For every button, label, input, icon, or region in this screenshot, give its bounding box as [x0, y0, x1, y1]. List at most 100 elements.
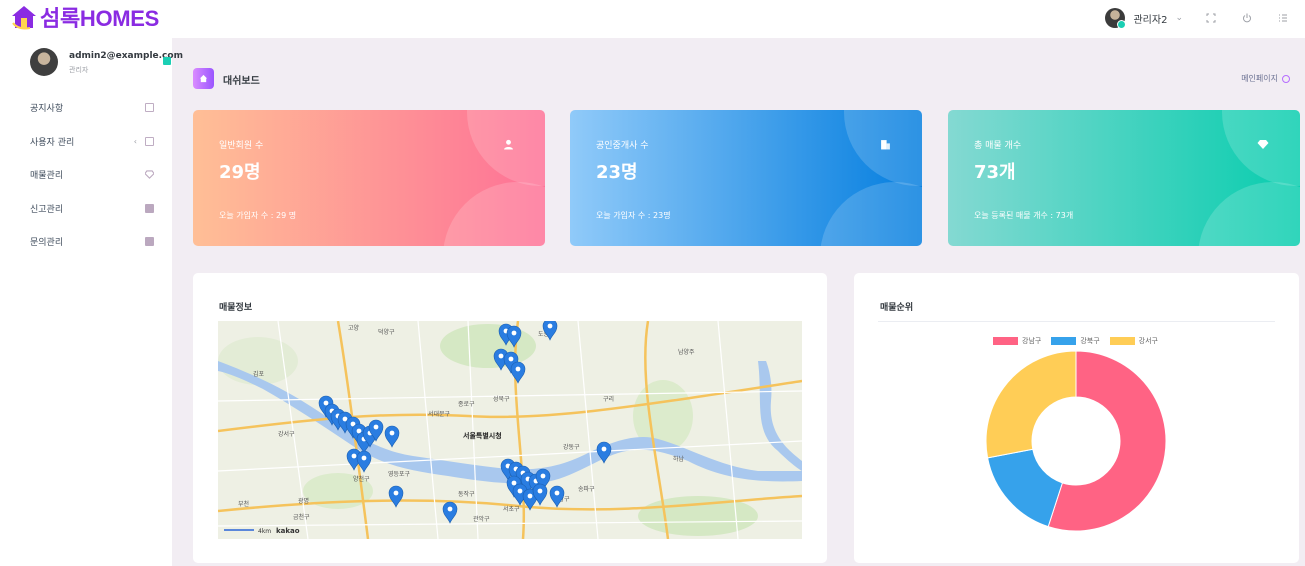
map-place-label: 동작구 — [458, 491, 475, 498]
stat-label: 일반회원 수 — [219, 141, 264, 151]
listing-map[interactable]: 고양덕양구김포종로구성북구도봉구남양주서대문구구리강서구서울특별시청강동구하남양… — [218, 321, 802, 539]
legend-item[interactable]: 강서구 — [1109, 336, 1158, 346]
decor-circle — [820, 182, 922, 246]
legend-item[interactable]: 강북구 — [1051, 336, 1100, 346]
verified-icon — [163, 57, 171, 65]
map-place-label: 서울특별시청 — [463, 431, 502, 440]
rank-card: 매물순위 강남구 강북구 강서구 — [854, 273, 1299, 563]
stat-foot: 오늘 등록된 매물 개수 : 73개 — [974, 211, 1074, 220]
map-marker-dot — [361, 455, 367, 461]
map-place-label: 송파구 — [578, 485, 595, 493]
legend-label: 강서구 — [1138, 337, 1158, 345]
map-place-label: 강동구 — [563, 443, 580, 451]
sidebar-item-notice[interactable]: 공지사항 — [30, 97, 154, 117]
avatar — [1105, 8, 1127, 29]
map-marker-dot — [351, 453, 357, 459]
profile-dropdown[interactable]: 관리자2 ⌄ — [1105, 8, 1183, 29]
stat-label: 공인중개사 수 — [596, 141, 649, 151]
sidebar-item-label: 매물관리 — [30, 170, 64, 181]
legend-swatch — [1051, 337, 1077, 345]
stat-value: 73개 — [974, 162, 1016, 183]
sidebar: admin2@example.com 관리자 공지사항 사용자 관리 ‹ 매물관… — [0, 38, 183, 566]
breadcrumb[interactable]: 메인페이지 — [1241, 73, 1290, 84]
stat-foot: 오늘 가입자 수 : 23명 — [596, 211, 671, 220]
sidebar-item-reports[interactable]: 신고관리 — [30, 198, 154, 218]
map-place-label: 덕양구 — [378, 328, 395, 336]
brand-logo[interactable]: 섬록HOMES — [10, 2, 159, 32]
chevron-left-icon: ‹ — [133, 136, 137, 146]
top-bar: 섬록HOMES 관리자2 ⌄ — [0, 0, 1305, 38]
legend-swatch — [993, 337, 1018, 345]
map-marker-dot — [515, 366, 521, 372]
avatar — [30, 48, 58, 76]
decor-circle — [443, 182, 545, 246]
building-icon — [878, 137, 892, 151]
person-icon — [501, 137, 515, 151]
sidebar-item-inquiries[interactable]: 문의관리 — [30, 231, 154, 251]
notice-icon — [145, 102, 154, 112]
stat-value: 23명 — [596, 162, 638, 183]
map-attribution: kakao — [276, 527, 300, 535]
map-marker-dot — [393, 490, 399, 496]
stat-card-listings: 총 매물 개수 73개 오늘 등록된 매물 개수 : 73개 — [948, 110, 1300, 246]
map-marker-dot — [373, 424, 379, 430]
stat-card-agents: 공인중개사 수 23명 오늘 가입자 수 : 23명 — [570, 110, 922, 246]
map-marker-dot — [601, 446, 607, 452]
map-place-label: 양천구 — [353, 475, 370, 483]
legend-label: 강남구 — [1022, 337, 1042, 345]
map-marker-dot — [537, 488, 543, 494]
card-title: 매물순위 — [880, 303, 914, 313]
donut-slice-3[interactable] — [985, 350, 1077, 459]
page-header: 대쉬보드 메인페이지 — [193, 68, 1290, 90]
map-marker-dot — [517, 488, 523, 494]
map-place-label: 구리 — [603, 395, 614, 403]
map-marker-dot — [389, 430, 395, 436]
map-place-label: 광명 — [298, 497, 309, 505]
stat-foot: 오늘 가입자 수 : 29 명 — [219, 211, 297, 220]
stat-card-members: 일반회원 수 29명 오늘 가입자 수 : 29 명 — [193, 110, 545, 246]
map-place-label: 김포 — [253, 371, 265, 378]
map-place-label: 하남 — [673, 455, 685, 463]
map-place-label: 고양 — [348, 324, 360, 332]
sidebar-item-users[interactable]: 사용자 관리 ‹ — [30, 131, 154, 151]
legend-item[interactable]: 강남구 — [993, 336, 1041, 346]
fullscreen-icon[interactable] — [1203, 10, 1219, 26]
map-place-label: 성북구 — [493, 395, 510, 403]
donut-slice-2[interactable] — [987, 448, 1064, 528]
map-marker-dot — [511, 480, 517, 486]
map-card: 매물정보 고양 덕양구 김포 종로구 성북구 남양주 서대문구 구리 강서구 서… — [193, 273, 827, 563]
map-marker-dot — [447, 506, 453, 512]
sidebar-profile[interactable]: admin2@example.com 관리자 — [30, 48, 183, 78]
info-icon — [1282, 74, 1290, 83]
breadcrumb-label: 메인페이지 — [1241, 74, 1278, 83]
map-place-label: 서대문구 — [428, 410, 451, 418]
chart-legend: 강남구 강북구 강서구 — [993, 336, 1158, 346]
legend-label: 강북구 — [1080, 337, 1100, 345]
sidebar-item-label: 사용자 관리 — [30, 137, 75, 148]
map-marker-dot — [527, 493, 533, 499]
diamond-icon — [1256, 137, 1270, 151]
diamond-icon — [145, 169, 154, 179]
power-icon[interactable] — [1239, 10, 1255, 26]
map-place-label: 서초구 — [503, 505, 520, 513]
map-marker-dot — [547, 323, 553, 329]
sidebar-item-label: 문의관리 — [30, 237, 64, 248]
donut-chart[interactable] — [985, 350, 1167, 532]
map-place-label: 강서구 — [278, 430, 295, 438]
report-icon — [145, 203, 154, 213]
stat-label: 총 매물 개수 — [974, 141, 1022, 151]
map-marker-dot — [323, 400, 329, 406]
map-marker-dot — [554, 490, 560, 496]
user-manage-icon — [145, 136, 154, 146]
menu-list-icon[interactable] — [1275, 10, 1291, 26]
top-nav: 관리자2 ⌄ — [1105, 6, 1291, 30]
inquiry-icon — [145, 236, 154, 246]
stat-value: 29명 — [219, 162, 261, 183]
profile-role: 관리자 — [69, 66, 89, 74]
map-marker-dot — [508, 356, 514, 362]
sidebar-item-label: 신고관리 — [30, 204, 64, 215]
sidebar-item-label: 공지사항 — [30, 103, 64, 114]
chevron-down-icon: ⌄ — [1175, 13, 1183, 23]
card-title: 매물정보 — [219, 303, 253, 313]
sidebar-item-listings[interactable]: 매물관리 — [30, 164, 154, 184]
